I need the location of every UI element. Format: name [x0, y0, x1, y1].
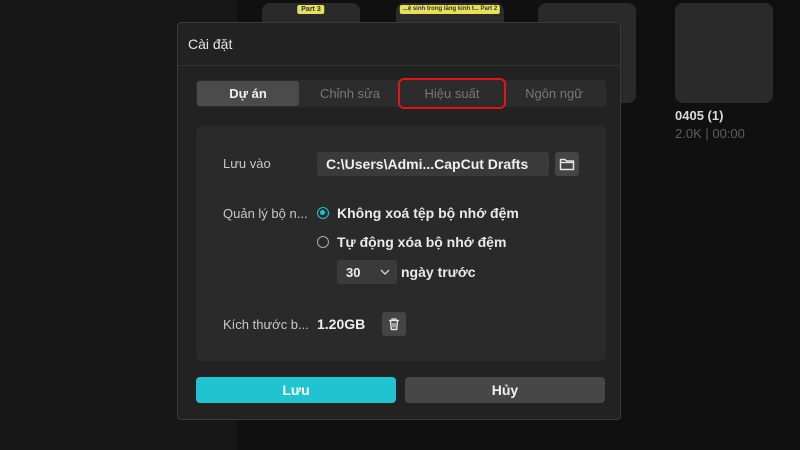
cache-size-value: 1.20GB [317, 316, 366, 332]
cache-size-label: Kích thước b... [223, 317, 309, 332]
project-name: 0405 (1) [675, 108, 724, 123]
cache-management-label: Quản lý bộ n... [223, 206, 308, 221]
cache-option-auto-clear[interactable]: Tự động xóa bộ nhớ đệm [317, 234, 506, 250]
settings-dialog: Cài đặt Dự án Chỉnh sửa Hiệu suất Ngôn n… [177, 22, 621, 420]
radio-unselected-icon[interactable] [317, 236, 329, 248]
tab-performance[interactable]: Hiệu suất [398, 78, 506, 109]
browse-folder-button[interactable] [555, 152, 579, 176]
cancel-button[interactable]: Hủy [405, 377, 605, 403]
project-thumbnail[interactable] [675, 3, 773, 103]
days-suffix: ngày trước [401, 264, 476, 280]
dialog-title: Cài đặt [188, 36, 233, 52]
project-meta: 2.0K | 00:00 [675, 126, 745, 141]
save-path-field[interactable]: C:\Users\Admi...CapCut Drafts [317, 152, 549, 176]
trash-icon [389, 318, 399, 331]
cache-option-keep-label: Không xoá tệp bộ nhớ đệm [337, 205, 519, 221]
days-select[interactable]: 30 [337, 260, 397, 284]
cache-option-keep[interactable]: Không xoá tệp bộ nhớ đệm [317, 205, 519, 221]
thumbnail-caption: Part 3 [297, 5, 325, 14]
save-button[interactable]: Lưu [196, 377, 396, 403]
radio-selected-icon[interactable] [317, 207, 329, 219]
save-location-label: Lưu vào [223, 156, 271, 171]
thumbnail-caption: ...ệ sinh trong lăng kính t... Part 2 [399, 5, 501, 14]
clear-cache-button[interactable] [382, 312, 406, 336]
title-divider [178, 65, 620, 66]
cache-option-auto-clear-label: Tự động xóa bộ nhớ đệm [337, 234, 507, 250]
project-settings-panel: Lưu vào C:\Users\Admi...CapCut Drafts Qu… [196, 126, 606, 361]
tab-project[interactable]: Dự án [197, 81, 299, 106]
tab-editing[interactable]: Chỉnh sửa [299, 81, 401, 106]
settings-tabs: Dự án Chỉnh sửa Hiệu suất Ngôn ngữ [196, 78, 606, 109]
chevron-down-icon [380, 269, 390, 275]
folder-icon [559, 158, 575, 171]
tab-language[interactable]: Ngôn ngữ [503, 81, 605, 106]
days-select-value: 30 [346, 264, 361, 280]
